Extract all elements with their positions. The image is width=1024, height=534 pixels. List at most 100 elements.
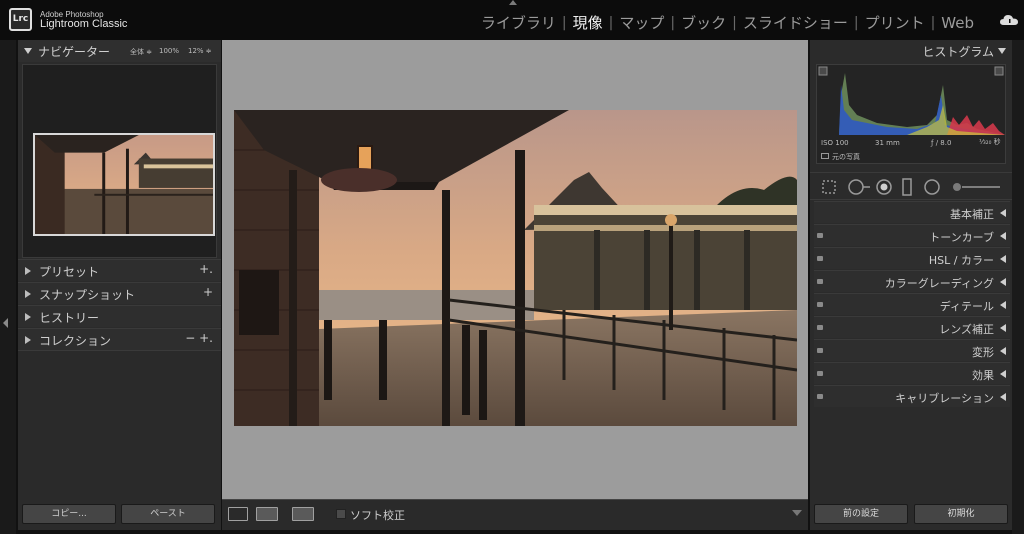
collapse-left-icon[interactable] — [3, 318, 8, 328]
panel-detail[interactable]: ディテール — [814, 293, 1010, 315]
develop-toolbar: ソフト校正 — [222, 499, 808, 530]
crop-overlay-icon[interactable] — [822, 180, 836, 194]
red-eye-icon[interactable] — [876, 179, 892, 195]
panel-tone-curve-label: トーンカーブ — [929, 231, 994, 244]
collections-label: コレクション — [39, 334, 112, 348]
app-name: Lightroom Classic — [40, 18, 128, 30]
panel-hsl-color-label: HSL / カラー — [928, 254, 994, 267]
panel-lens-corrections[interactable]: レンズ補正 — [814, 316, 1010, 338]
tool-strip — [810, 172, 1012, 200]
paste-button[interactable]: ペースト — [121, 504, 215, 524]
panel-transform-label: 変形 — [972, 346, 994, 359]
reset-button[interactable]: 初期化 — [914, 504, 1008, 524]
top-bar: Lrc Adobe Photoshop Lightroom Classic ライ… — [0, 0, 1024, 40]
expand-arrow-icon — [1000, 209, 1006, 217]
panel-toggle-switch[interactable] — [817, 233, 823, 238]
original-photo-checkbox[interactable] — [821, 153, 829, 159]
panel-toggle-switch[interactable] — [817, 256, 823, 261]
before-after-tb-icon[interactable] — [292, 507, 314, 521]
module-print[interactable]: プリント — [859, 12, 931, 33]
panel-toggle-switch[interactable] — [817, 394, 823, 399]
focal-length: 31 mm — [875, 139, 900, 147]
expand-arrow-icon — [1000, 232, 1006, 240]
panel-effects-label: 効果 — [972, 369, 994, 382]
spot-removal-icon[interactable] — [848, 179, 870, 195]
cloud-sync-icon[interactable] — [1000, 14, 1018, 26]
zoom-custom[interactable]: 12% ≑ — [188, 47, 212, 55]
highlight-clipping-icon[interactable] — [994, 66, 1004, 76]
panel-hsl-color[interactable]: HSL / カラー — [814, 247, 1010, 269]
aperture: ƒ / 8.0 — [931, 139, 952, 147]
previous-settings-button[interactable]: 前の設定 — [814, 504, 908, 524]
module-library[interactable]: ライブラリ — [475, 12, 562, 33]
expand-arrow-icon — [1000, 347, 1006, 355]
right-panel: ヒストグラム ISO 100 31 mm ƒ / 8.0 ¹⁄₃₂₀ 秒 元の写… — [810, 40, 1012, 530]
panel-toggle-switch[interactable] — [817, 279, 823, 284]
module-slideshow[interactable]: スライドショー — [737, 12, 854, 33]
expand-arrow-icon — [1000, 370, 1006, 378]
snapshots-section[interactable]: スナップショット + — [18, 282, 221, 304]
panel-calibration[interactable]: キャリブレーション — [814, 385, 1010, 407]
panel-toggle-switch[interactable] — [817, 302, 823, 307]
histogram[interactable]: ISO 100 31 mm ƒ / 8.0 ¹⁄₃₂₀ 秒 元の写真 — [816, 64, 1006, 164]
navigator-preview[interactable] — [22, 64, 217, 258]
right-edge-strip[interactable] — [1012, 40, 1024, 534]
collapse-triangle-icon — [998, 48, 1006, 54]
expand-arrow-icon — [25, 336, 31, 344]
adjustment-brush-icon[interactable] — [952, 182, 1002, 192]
shutter-speed: ¹⁄₃₂₀ 秒 — [979, 138, 1001, 146]
expand-arrow-icon — [25, 313, 31, 321]
collapse-top-icon[interactable] — [509, 0, 517, 5]
panel-color-grading-label: カラーグレーディング — [884, 277, 994, 290]
module-picker: ライブラリ | 現像 | マップ | ブック | スライドショー | プリント | Web — [475, 12, 980, 33]
module-develop[interactable]: 現像 — [567, 12, 609, 33]
panel-color-grading[interactable]: カラーグレーディング — [814, 270, 1010, 292]
navigator-header[interactable]: ナビゲーター 全体 ≑ 100% 12% ≑ — [18, 40, 221, 62]
left-panel-empty-area — [18, 350, 221, 500]
panel-lens-corrections-label: レンズ補正 — [939, 323, 994, 336]
expand-arrow-icon — [1000, 393, 1006, 401]
radial-filter-icon[interactable] — [924, 179, 940, 195]
panel-basic-label: 基本補正 — [950, 208, 994, 221]
panel-detail-label: ディテール — [939, 300, 994, 313]
collections-section[interactable]: コレクション − +. — [18, 328, 221, 350]
toolbar-menu-icon[interactable] — [792, 510, 802, 516]
panel-toggle-switch[interactable] — [817, 371, 823, 376]
collections-actions[interactable]: − +. — [185, 331, 213, 345]
zoom-100[interactable]: 100% — [159, 47, 179, 55]
expand-arrow-icon — [1000, 255, 1006, 263]
panel-effects[interactable]: 効果 — [814, 362, 1010, 384]
snapshots-add-button[interactable]: + — [203, 285, 213, 299]
panel-transform[interactable]: 変形 — [814, 339, 1010, 361]
expand-arrow-icon — [1000, 324, 1006, 332]
panel-calibration-label: キャリブレーション — [895, 392, 994, 405]
left-edge-strip[interactable] — [0, 40, 16, 534]
histogram-graph — [818, 66, 1005, 135]
history-section[interactable]: ヒストリー — [18, 305, 221, 327]
image-canvas[interactable] — [222, 40, 808, 499]
module-web[interactable]: Web — [935, 14, 980, 32]
soft-proof-checkbox[interactable] — [336, 509, 346, 519]
panel-toggle-switch[interactable] — [817, 325, 823, 330]
panel-basic[interactable]: 基本補正 — [814, 201, 1010, 223]
before-after-lr-icon[interactable] — [256, 507, 278, 521]
presets-section[interactable]: プリセット +. — [18, 259, 221, 281]
navigator-thumbnail[interactable] — [33, 133, 215, 236]
module-map[interactable]: マップ — [613, 12, 670, 33]
shadow-clipping-icon[interactable] — [818, 66, 828, 76]
expand-triangle-icon — [24, 48, 32, 54]
history-label: ヒストリー — [39, 311, 100, 325]
histogram-header[interactable]: ヒストグラム — [810, 40, 1012, 62]
presets-add-button[interactable]: +. — [199, 262, 213, 276]
panel-toggle-switch[interactable] — [817, 348, 823, 353]
zoom-fit[interactable]: 全体 ≑ — [130, 47, 152, 57]
left-panel: ナビゲーター 全体 ≑ 100% 12% ≑ プリセット +. スナップショット… — [18, 40, 221, 530]
module-book[interactable]: ブック — [675, 12, 732, 33]
main-photo[interactable] — [234, 110, 797, 426]
loupe-view-icon[interactable] — [228, 507, 248, 521]
lrc-logo: Lrc — [9, 8, 32, 31]
panel-tone-curve[interactable]: トーンカーブ — [814, 224, 1010, 246]
navigator-title: ナビゲーター — [38, 45, 111, 59]
graduated-filter-icon[interactable] — [902, 178, 912, 196]
copy-button[interactable]: コピー... — [22, 504, 116, 524]
